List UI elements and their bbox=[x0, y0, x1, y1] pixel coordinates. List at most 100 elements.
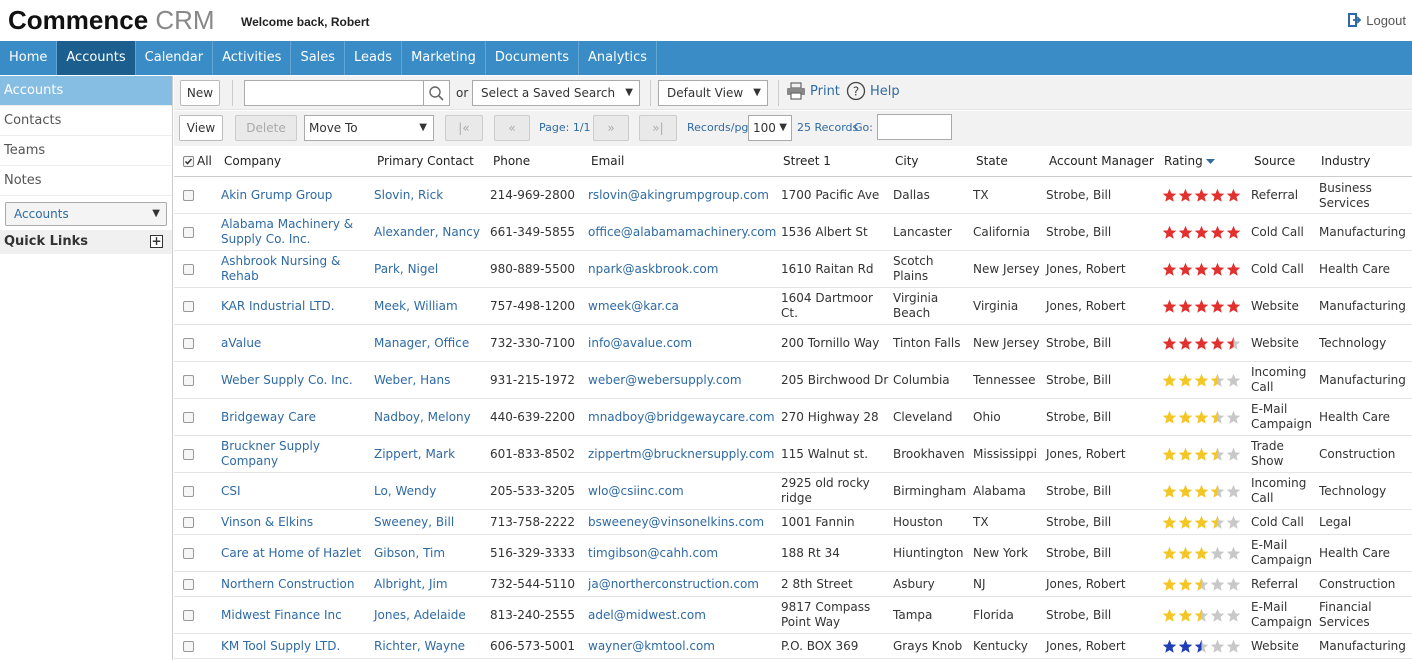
table-row[interactable]: Midwest Finance Inc Jones, Adelaide 813-24… bbox=[174, 597, 1412, 634]
email-link[interactable]: ja@northerconstruction.com bbox=[588, 572, 778, 596]
help-button[interactable]: ? Help bbox=[846, 81, 900, 101]
company-link[interactable]: CSI bbox=[221, 473, 371, 509]
email-link[interactable]: bsweeney@vinsonelkins.com bbox=[588, 510, 778, 534]
sidebar-item-teams[interactable]: Teams bbox=[0, 136, 172, 166]
email-link[interactable]: zippertm@brucknersupply.com bbox=[588, 436, 778, 472]
table-row[interactable]: KAR Industrial LTD. Meek, William 757-498-… bbox=[174, 288, 1412, 325]
row-checkbox[interactable] bbox=[183, 226, 194, 238]
nav-item-calendar[interactable]: Calendar bbox=[136, 41, 214, 75]
table-row[interactable]: Care at Home of Hazlet Gibson, Tim 516-329… bbox=[174, 535, 1412, 572]
delete-button[interactable]: Delete bbox=[235, 115, 297, 141]
column-header-city[interactable]: City bbox=[895, 146, 919, 177]
next-page-button[interactable]: » bbox=[593, 115, 629, 141]
primary-contact-link[interactable]: Lo, Wendy bbox=[374, 473, 486, 509]
sidebar-entity-select[interactable]: Accounts ▼ bbox=[5, 202, 167, 226]
primary-contact-link[interactable]: Richter, Wayne bbox=[374, 634, 486, 658]
company-link[interactable]: Akin Grump Group bbox=[221, 178, 371, 213]
row-checkbox[interactable] bbox=[183, 337, 194, 349]
table-row[interactable]: Weber Supply Co. Inc. Weber, Hans 931-215-… bbox=[174, 362, 1412, 399]
email-link[interactable]: weber@webersupply.com bbox=[588, 362, 778, 398]
nav-item-activities[interactable]: Activities bbox=[213, 41, 292, 75]
column-header-phone[interactable]: Phone bbox=[493, 146, 530, 177]
add-quick-link-icon[interactable]: + bbox=[150, 235, 163, 248]
column-header-rating[interactable]: Rating bbox=[1164, 146, 1215, 177]
row-checkbox[interactable] bbox=[183, 609, 194, 621]
company-link[interactable]: Midwest Finance Inc bbox=[221, 597, 371, 633]
primary-contact-link[interactable]: Manager, Office bbox=[374, 325, 486, 361]
email-link[interactable]: wmeek@kar.ca bbox=[588, 288, 778, 324]
primary-contact-link[interactable]: Albright, Jim bbox=[374, 572, 486, 596]
last-page-button[interactable]: »| bbox=[639, 115, 677, 141]
nav-item-sales[interactable]: Sales bbox=[291, 41, 346, 75]
table-row[interactable]: Ashbrook Nursing & Rehab Park, Nigel 980-8… bbox=[174, 251, 1412, 288]
column-header-industry[interactable]: Industry bbox=[1321, 146, 1370, 177]
go-to-record-input[interactable] bbox=[877, 114, 952, 140]
sidebar-item-contacts[interactable]: Contacts bbox=[0, 106, 172, 136]
select-all-checkbox[interactable]: All bbox=[183, 146, 212, 177]
search-button[interactable] bbox=[423, 80, 450, 106]
table-row[interactable]: aValue Manager, Office 732-330-7100 info@av… bbox=[174, 325, 1412, 362]
row-checkbox[interactable] bbox=[183, 300, 194, 312]
primary-contact-link[interactable]: Gibson, Tim bbox=[374, 535, 486, 571]
table-row[interactable]: CSI Lo, Wendy 205-533-3205 wlo@csiinc.com 29… bbox=[174, 473, 1412, 510]
column-header-state[interactable]: State bbox=[976, 146, 1008, 177]
view-button[interactable]: View bbox=[179, 115, 223, 141]
primary-contact-link[interactable]: Zippert, Mark bbox=[374, 436, 486, 472]
move-to-select[interactable]: Move To ▼ bbox=[304, 115, 434, 141]
nav-item-leads[interactable]: Leads bbox=[345, 41, 403, 75]
email-link[interactable]: npark@askbrook.com bbox=[588, 251, 778, 287]
nav-item-accounts[interactable]: Accounts bbox=[57, 41, 136, 75]
column-header-email[interactable]: Email bbox=[591, 146, 624, 177]
first-page-button[interactable]: |« bbox=[445, 115, 483, 141]
nav-item-marketing[interactable]: Marketing bbox=[402, 41, 486, 75]
company-link[interactable]: Vinson & Elkins bbox=[221, 510, 371, 534]
primary-contact-link[interactable]: Slovin, Rick bbox=[374, 178, 486, 213]
column-header-primary-contact[interactable]: Primary Contact bbox=[377, 146, 474, 177]
primary-contact-link[interactable]: Sweeney, Bill bbox=[374, 510, 486, 534]
email-link[interactable]: office@alabamamachinery.com bbox=[588, 214, 778, 250]
email-link[interactable]: mnadboy@bridgewaycare.com bbox=[588, 399, 778, 435]
logout-button[interactable]: Logout bbox=[1347, 12, 1406, 28]
email-link[interactable]: adel@midwest.com bbox=[588, 597, 778, 633]
company-link[interactable]: Bruckner Supply Company bbox=[221, 436, 371, 472]
prev-page-button[interactable]: « bbox=[494, 115, 530, 141]
row-checkbox[interactable] bbox=[183, 578, 194, 590]
column-header-company[interactable]: Company bbox=[224, 146, 281, 177]
sidebar-item-accounts[interactable]: Accounts bbox=[0, 76, 172, 106]
company-link[interactable]: aValue bbox=[221, 325, 371, 361]
company-link[interactable]: KM Tool Supply LTD. bbox=[221, 634, 371, 658]
new-button[interactable]: New bbox=[180, 80, 220, 106]
primary-contact-link[interactable]: Park, Nigel bbox=[374, 251, 486, 287]
row-checkbox[interactable] bbox=[183, 374, 194, 386]
search-input[interactable] bbox=[244, 80, 424, 106]
table-row[interactable]: Northern Construction Albright, Jim 732-54… bbox=[174, 572, 1412, 597]
records-per-page-select[interactable]: 100 ▼ bbox=[748, 115, 792, 141]
row-checkbox[interactable] bbox=[183, 263, 194, 275]
row-checkbox[interactable] bbox=[183, 190, 194, 201]
column-header-source[interactable]: Source bbox=[1254, 146, 1295, 177]
company-link[interactable]: Bridgeway Care bbox=[221, 399, 371, 435]
row-checkbox[interactable] bbox=[183, 547, 194, 559]
column-header-street[interactable]: Street 1 bbox=[783, 146, 831, 177]
email-link[interactable]: info@avalue.com bbox=[588, 325, 778, 361]
app-logo[interactable]: Commence CRM bbox=[8, 5, 215, 35]
nav-item-home[interactable]: Home bbox=[0, 41, 58, 75]
primary-contact-link[interactable]: Jones, Adelaide bbox=[374, 597, 486, 633]
table-row[interactable]: KM Tool Supply LTD. Richter, Wayne 606-573… bbox=[174, 634, 1412, 659]
saved-search-select[interactable]: Select a Saved Search ▼ bbox=[472, 80, 640, 106]
company-link[interactable]: Weber Supply Co. Inc. bbox=[221, 362, 371, 398]
email-link[interactable]: rslovin@akingrumpgroup.com bbox=[588, 178, 778, 213]
table-row[interactable]: Bruckner Supply Company Zippert, Mark 601-… bbox=[174, 436, 1412, 473]
company-link[interactable]: Ashbrook Nursing & Rehab bbox=[221, 251, 371, 287]
sidebar-item-notes[interactable]: Notes bbox=[0, 166, 172, 196]
nav-item-documents[interactable]: Documents bbox=[486, 41, 579, 75]
row-checkbox[interactable] bbox=[183, 448, 194, 460]
row-checkbox[interactable] bbox=[183, 485, 194, 497]
company-link[interactable]: KAR Industrial LTD. bbox=[221, 288, 371, 324]
view-select[interactable]: Default View ▼ bbox=[658, 80, 768, 106]
primary-contact-link[interactable]: Weber, Hans bbox=[374, 362, 486, 398]
row-checkbox[interactable] bbox=[183, 516, 194, 528]
company-link[interactable]: Care at Home of Hazlet bbox=[221, 535, 371, 571]
row-checkbox[interactable] bbox=[183, 640, 194, 652]
company-link[interactable]: Alabama Machinery & Supply Co. Inc. bbox=[221, 214, 371, 250]
